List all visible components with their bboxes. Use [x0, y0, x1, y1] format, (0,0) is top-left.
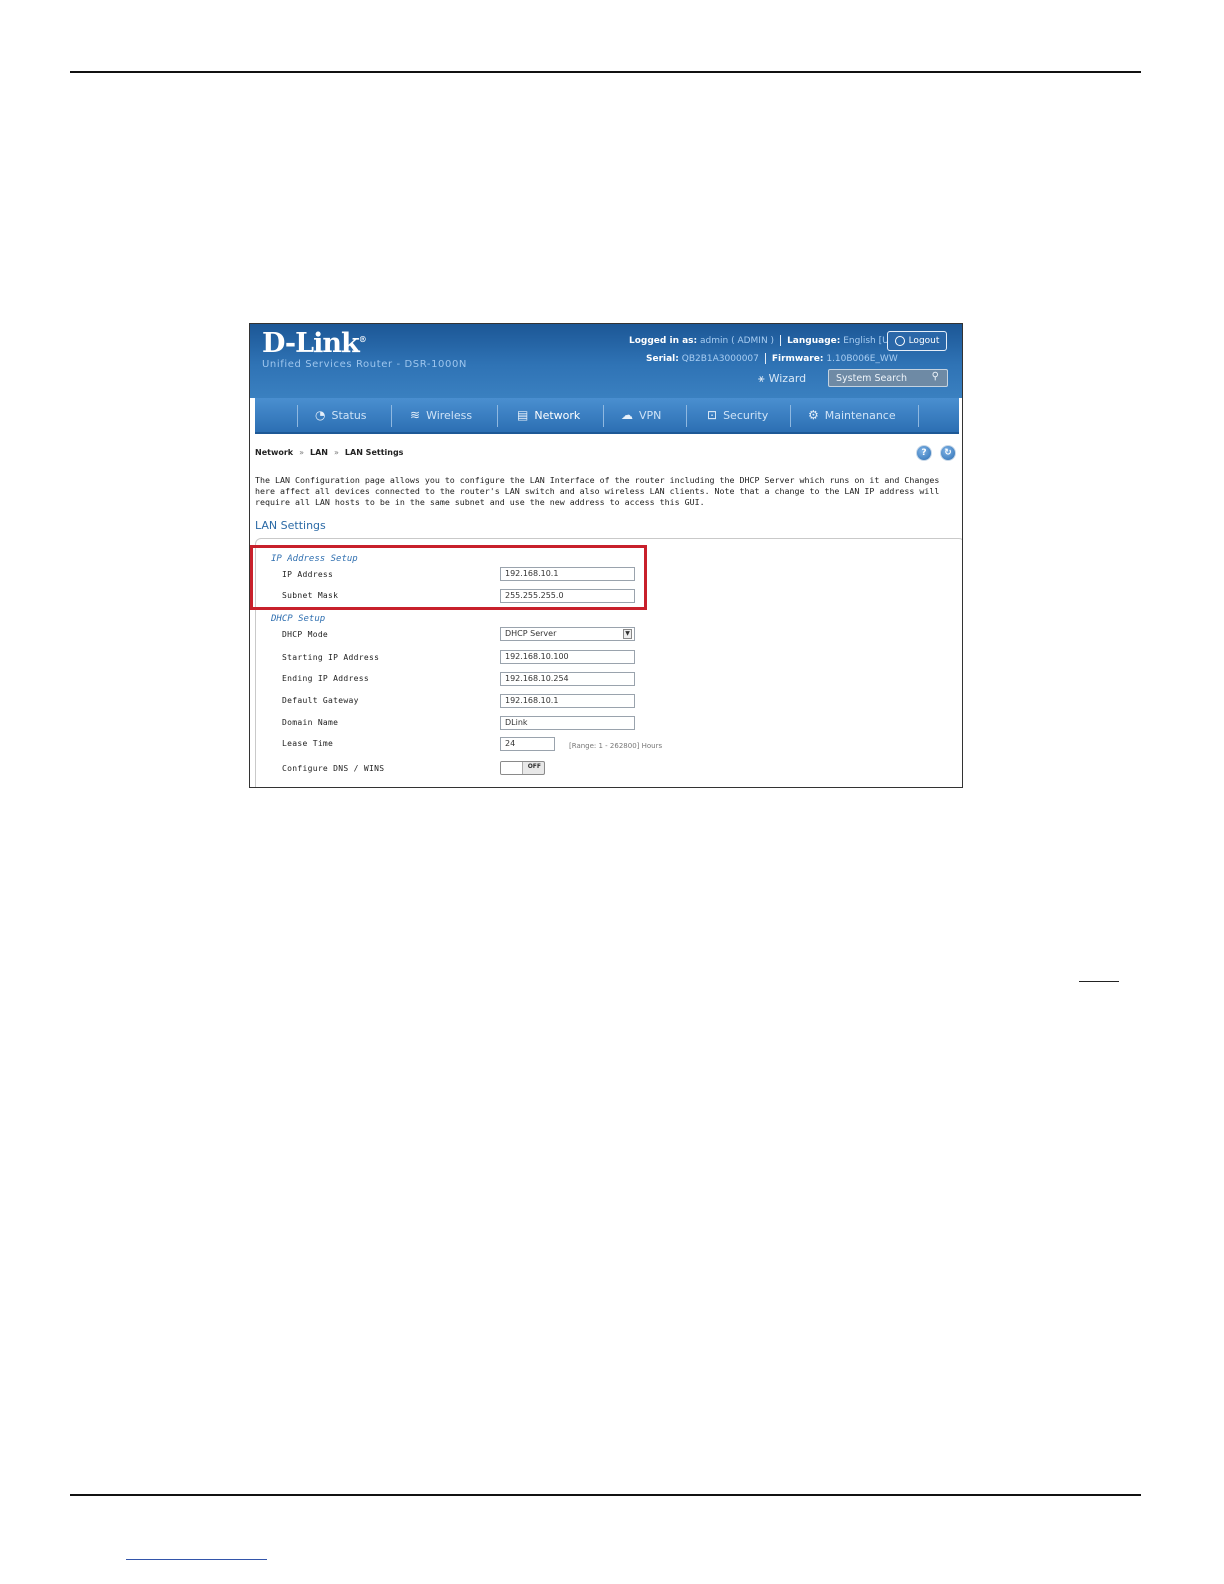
- nav-vpn[interactable]: ☁ VPN: [621, 398, 661, 432]
- lease-time-hint: [Range: 1 - 262800] Hours: [569, 742, 663, 750]
- section-title: LAN Settings: [255, 519, 326, 532]
- nav-security[interactable]: ⊡ Security: [707, 398, 768, 432]
- dhcp-mode-label: DHCP Mode: [282, 630, 329, 639]
- wifi-icon: ≋: [410, 408, 421, 422]
- footer-link-underline: [126, 1559, 267, 1560]
- default-gateway-input[interactable]: 192.168.10.1: [500, 694, 635, 708]
- dlink-logo: D-Link®: [262, 328, 367, 359]
- device-info: Serial: QB2B1A3000007 Firmware: 1.10B006E…: [646, 353, 898, 364]
- system-search-input[interactable]: System Search ⚲: [828, 369, 948, 387]
- cloud-icon: ☁: [621, 408, 633, 422]
- refresh-icon: ↻: [944, 448, 952, 458]
- domain-name-input[interactable]: DLink: [500, 716, 635, 730]
- nav-wireless[interactable]: ≋ Wireless: [410, 398, 472, 432]
- top-rule: [70, 71, 1141, 73]
- breadcrumb-lan[interactable]: LAN: [310, 448, 328, 457]
- highlight-box: [250, 545, 647, 610]
- gears-icon: ⚙: [808, 408, 819, 422]
- underline-mark: [1079, 981, 1119, 982]
- configure-dns-label: Configure DNS / WINS: [282, 764, 385, 773]
- breadcrumb-network[interactable]: Network: [255, 448, 293, 457]
- breadcrumb: Network» LAN» LAN Settings: [255, 448, 404, 457]
- help-button[interactable]: ?: [916, 445, 932, 461]
- nav-network[interactable]: ▤ Network: [517, 398, 580, 432]
- lease-time-label: Lease Time: [282, 739, 334, 748]
- router-screenshot: D-Link® Unified Services Router - DSR-10…: [249, 323, 963, 788]
- refresh-button[interactable]: ↻: [940, 445, 956, 461]
- chevron-down-icon: ▼: [623, 629, 632, 639]
- speedometer-icon: ◔: [315, 408, 326, 422]
- login-info: Logged in as: admin ( ADMIN ) Language: E…: [629, 335, 898, 346]
- lock-icon: ⊡: [707, 408, 718, 422]
- monitor-icon: ▤: [517, 408, 529, 422]
- default-gateway-label: Default Gateway: [282, 696, 359, 705]
- lease-time-input[interactable]: 24: [500, 737, 555, 751]
- nav-status[interactable]: ◔ Status: [315, 398, 367, 432]
- starting-ip-label: Starting IP Address: [282, 653, 380, 662]
- logout-button[interactable]: Logout: [887, 331, 947, 351]
- wizard-link[interactable]: ⚹ Wizard: [758, 372, 806, 386]
- dhcp-mode-select[interactable]: DHCP Server ▼: [500, 627, 635, 641]
- starting-ip-input[interactable]: 192.168.10.100: [500, 650, 635, 664]
- configure-dns-toggle[interactable]: OFF: [500, 761, 545, 775]
- ending-ip-label: Ending IP Address: [282, 674, 369, 683]
- page-description: The LAN Configuration page allows you to…: [255, 475, 940, 507]
- wand-icon: ⚹: [758, 372, 765, 385]
- ending-ip-input[interactable]: 192.168.10.254: [500, 672, 635, 686]
- search-icon: ⚲: [931, 371, 939, 382]
- help-icon: ?: [921, 448, 927, 458]
- dhcp-setup-title: DHCP Setup: [271, 614, 326, 624]
- domain-name-label: Domain Name: [282, 718, 339, 727]
- breadcrumb-current: LAN Settings: [344, 448, 404, 457]
- nav-maintenance[interactable]: ⚙ Maintenance: [808, 398, 896, 432]
- power-icon: [894, 336, 905, 346]
- bottom-rule: [70, 1494, 1141, 1496]
- product-name: Unified Services Router - DSR-1000N: [262, 359, 467, 370]
- header-bar: D-Link® Unified Services Router - DSR-10…: [250, 324, 962, 398]
- main-nav: ◔ Status ≋ Wireless ▤ Network ☁ VPN ⊡ Securit…: [255, 398, 959, 434]
